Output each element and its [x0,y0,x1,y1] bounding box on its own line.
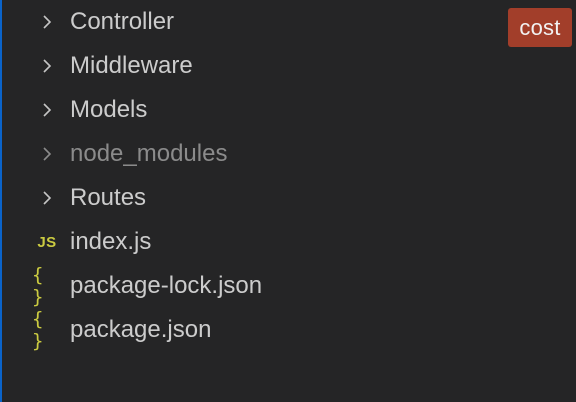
file-explorer: cost Controller Middleware Models node_m… [0,0,576,402]
file-index-js[interactable]: JS index.js [2,222,502,262]
folder-label: Routes [70,184,147,211]
json-file-icon: { } [32,264,45,308]
file-label: index.js [70,228,152,255]
file-label: package.json [70,316,212,343]
folder-label: Models [70,96,148,123]
folder-node-modules[interactable]: node_modules [2,134,502,174]
folder-label: node_modules [70,140,228,167]
file-package-lock-json[interactable]: { } package-lock.json [2,264,502,308]
file-label: package-lock.json [70,272,263,299]
folder-middleware[interactable]: Middleware [2,46,502,86]
folder-label: Middleware [70,52,193,79]
cost-badge[interactable]: cost [508,8,572,47]
js-file-icon: JS [37,233,57,251]
folder-controller[interactable]: Controller [2,2,502,42]
chevron-right-icon [32,46,62,86]
file-package-json[interactable]: { } package.json [2,308,502,352]
chevron-right-icon [32,134,62,174]
chevron-right-icon [32,90,62,130]
chevron-right-icon [32,2,62,42]
folder-label: Controller [70,8,175,35]
json-file-icon: { } [32,308,45,352]
folder-models[interactable]: Models [2,90,502,130]
folder-routes[interactable]: Routes [2,178,502,218]
chevron-right-icon [32,178,62,218]
